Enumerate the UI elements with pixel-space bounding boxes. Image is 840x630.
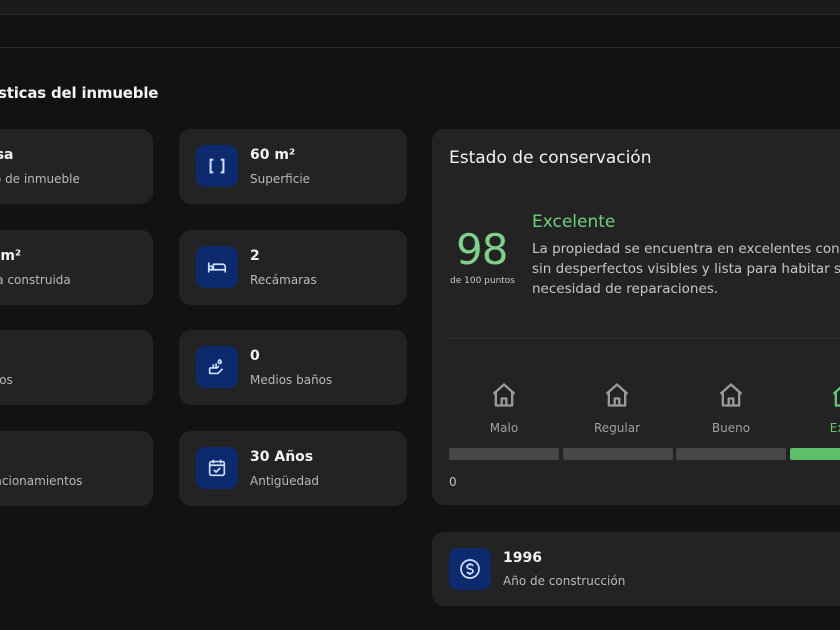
- feature-label: Recámaras: [250, 273, 317, 287]
- description-line: La propiedad se encuentra en excelentes …: [532, 241, 840, 257]
- level-regular: Regular: [577, 381, 657, 435]
- feature-card-built-area: 72 m² Área construida: [0, 230, 153, 305]
- scale-min-label: 0: [449, 475, 457, 489]
- conservation-description: La propiedad se encuentra en excelentes …: [532, 239, 840, 299]
- feature-card-bathrooms: 1 Baños: [0, 330, 153, 405]
- feature-label: Superficie: [250, 172, 311, 186]
- top-bar: [0, 0, 840, 15]
- calendar-icon: [196, 447, 238, 489]
- feature-card-surface: 60 m² Superficie: [179, 129, 407, 204]
- description-line: necesidad de reparaciones.: [532, 281, 719, 297]
- feature-value: 30 Años: [250, 449, 314, 465]
- feature-value: 72 m²: [0, 248, 22, 264]
- level-malo: Malo: [464, 381, 544, 435]
- header-divider: [0, 47, 840, 48]
- conservation-title: Estado de conservación: [449, 148, 652, 168]
- feature-label: Tipo de inmueble: [0, 172, 80, 186]
- level-label: Bueno: [711, 421, 751, 435]
- house-icon: [492, 383, 516, 407]
- house-icon: [719, 383, 743, 407]
- feature-value: Casa: [0, 147, 14, 163]
- conservation-score-caption: de 100 puntos: [450, 276, 515, 286]
- feature-value: 2: [250, 248, 260, 264]
- conservation-card: Estado de conservación 98 de 100 puntos …: [432, 129, 840, 505]
- house-icon: [832, 386, 840, 407]
- level-label: Malo: [489, 421, 519, 435]
- feature-card-half-baths: 0 Medios baños: [179, 330, 407, 405]
- construction-year-card: 1996 Año de construcción: [432, 532, 840, 606]
- hand-wash-icon: [196, 346, 238, 388]
- feature-card-bedrooms: 2 Recámaras: [179, 230, 407, 305]
- level-label: Regular: [593, 421, 641, 435]
- feature-card-parking: 1 Estacionamientos: [0, 431, 153, 506]
- feature-value: 0: [250, 348, 260, 364]
- level-label: Exce: [829, 421, 840, 435]
- conservation-score: 98: [456, 225, 508, 274]
- level-bueno: Bueno: [691, 381, 771, 435]
- scale-segment-regular: [563, 448, 673, 460]
- feature-label: Estacionamientos: [0, 474, 83, 488]
- feature-label: Área construida: [0, 273, 71, 287]
- dollar-circle-icon: [449, 548, 491, 590]
- description-line: sin desperfectos visibles y lista para h…: [532, 261, 840, 277]
- bed-icon: [196, 246, 238, 288]
- house-icon: [605, 383, 629, 407]
- feature-label: Medios baños: [250, 373, 333, 387]
- scale-segment-bueno: [676, 448, 786, 460]
- level-excelente: Exce: [804, 381, 840, 435]
- area-brackets-icon: [196, 145, 238, 187]
- feature-value: 60 m²: [250, 147, 296, 163]
- scale-segment-excelente: [790, 448, 840, 460]
- section-title: sticas del inmueble: [0, 84, 159, 102]
- conservation-divider: [449, 338, 840, 339]
- construction-year-label: Año de construcción: [503, 574, 626, 588]
- construction-year-value: 1996: [503, 550, 542, 566]
- conservation-rating: Excelente: [532, 212, 616, 232]
- feature-label: Antigüedad: [250, 474, 320, 488]
- feature-label: Baños: [0, 373, 13, 387]
- scale-segment-malo: [449, 448, 559, 460]
- feature-card-age: 30 Años Antigüedad: [179, 431, 407, 506]
- feature-card-property-type: Casa Tipo de inmueble: [0, 129, 153, 204]
